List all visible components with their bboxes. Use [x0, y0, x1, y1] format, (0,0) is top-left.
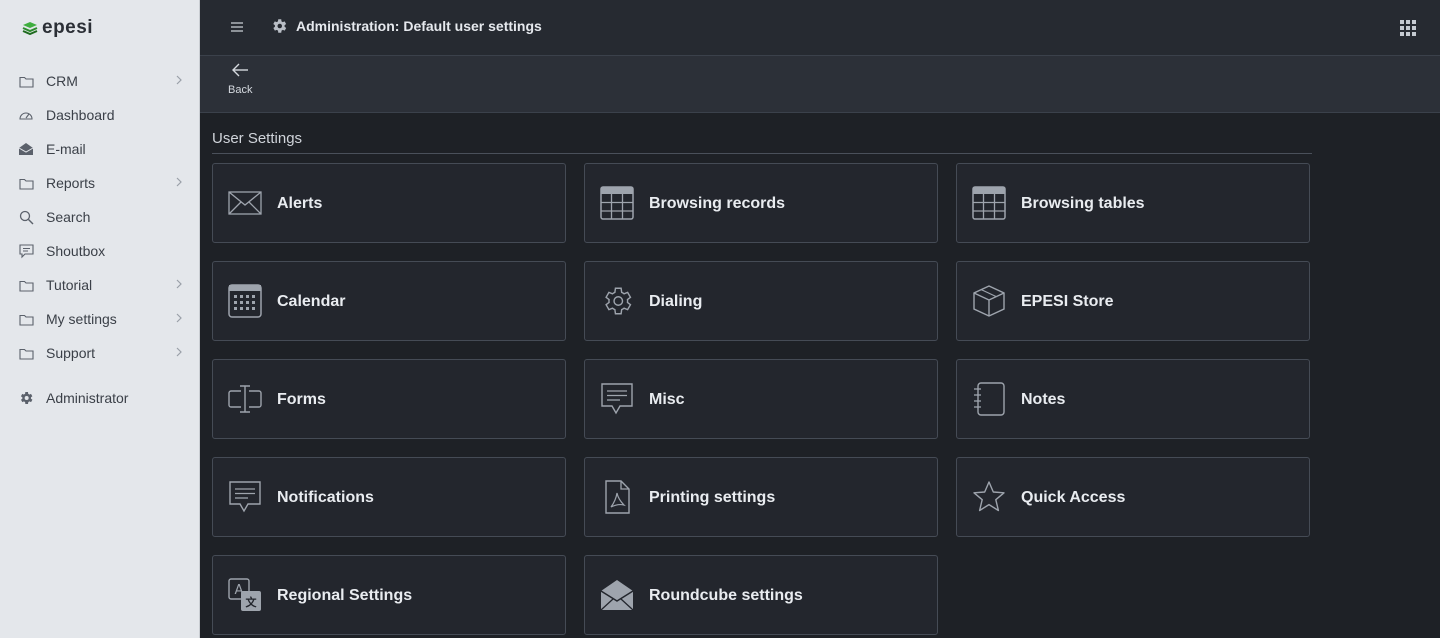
- sidebar-item-label: Search: [46, 209, 91, 225]
- notebook-icon: [972, 382, 1006, 416]
- tile-browsing-tables[interactable]: Browsing tables: [956, 163, 1310, 243]
- action-bar: Back: [200, 56, 1440, 113]
- tile-notifications[interactable]: Notifications: [212, 457, 566, 537]
- folder-icon: [18, 175, 34, 191]
- gear-icon: [18, 390, 34, 406]
- sidebar-item-label: Administrator: [46, 390, 129, 406]
- tile-calendar[interactable]: Calendar: [212, 261, 566, 341]
- table-grid-icon: [972, 186, 1006, 220]
- folder-icon: [18, 277, 34, 293]
- gear-icon: [273, 19, 287, 33]
- top-bar: Administration: Default user settings: [200, 0, 1440, 56]
- box-icon: [972, 284, 1006, 318]
- tile-label: Quick Access: [1021, 489, 1126, 506]
- sidebar-item-crm[interactable]: CRM: [0, 64, 199, 98]
- sidebar-item-label: Tutorial: [46, 277, 93, 293]
- tile-label: Roundcube settings: [649, 587, 803, 604]
- sidebar-item-label: E-mail: [46, 141, 86, 157]
- sidebar-item-label: Shoutbox: [46, 243, 106, 259]
- tile-dialing[interactable]: Dialing: [584, 261, 938, 341]
- tile-epesi-store[interactable]: EPESI Store: [956, 261, 1310, 341]
- arrow-left-icon: [232, 63, 248, 77]
- folder-icon: [18, 311, 34, 327]
- tile-label: Forms: [277, 391, 326, 408]
- star-icon: [972, 480, 1006, 514]
- chat-icon: [18, 243, 34, 259]
- tile-forms[interactable]: Forms: [212, 359, 566, 439]
- envelope-icon: [228, 186, 262, 220]
- brand-logo[interactable]: epesi: [22, 16, 93, 40]
- dashboard-icon: [18, 107, 34, 123]
- pdf-file-icon: [600, 480, 634, 514]
- calendar-icon: [228, 284, 262, 318]
- tile-label: EPESI Store: [1021, 293, 1114, 310]
- gear-icon: [600, 284, 634, 318]
- logo-icon: [22, 22, 38, 35]
- sidebar-item-label: Support: [46, 345, 96, 361]
- translate-icon: A文: [228, 578, 262, 612]
- sidebar-item-support[interactable]: Support: [0, 336, 199, 370]
- tile-browsing-records[interactable]: Browsing records: [584, 163, 938, 243]
- tile-quick-access[interactable]: Quick Access: [956, 457, 1310, 537]
- back-button[interactable]: Back: [228, 62, 252, 96]
- sidebar: epesi CRM Dashboard E-mail Reports Searc…: [0, 0, 200, 638]
- search-icon: [18, 209, 34, 225]
- section-divider: [212, 153, 1312, 154]
- chevron-right-icon: [176, 313, 182, 323]
- sidebar-item-my-settings[interactable]: My settings: [0, 302, 199, 336]
- apps-grid-icon: [1400, 20, 1416, 36]
- tile-label: Misc: [649, 391, 685, 408]
- tile-misc[interactable]: Misc: [584, 359, 938, 439]
- chevron-right-icon: [176, 177, 182, 187]
- folder-icon: [18, 73, 34, 89]
- sidebar-item-email[interactable]: E-mail: [0, 132, 199, 166]
- folder-icon: [18, 345, 34, 361]
- tile-notes[interactable]: Notes: [956, 359, 1310, 439]
- tile-label: Notifications: [277, 489, 374, 506]
- table-grid-icon: [600, 186, 634, 220]
- brand-name: epesi: [42, 17, 94, 38]
- svg-text:文: 文: [246, 595, 258, 609]
- mail-open-icon: [18, 141, 34, 157]
- sidebar-item-label: Reports: [46, 175, 96, 191]
- sidebar-item-search[interactable]: Search: [0, 200, 199, 234]
- message-icon: [600, 382, 634, 416]
- apps-menu-button[interactable]: [1400, 20, 1416, 36]
- sidebar-item-shoutbox[interactable]: Shoutbox: [0, 234, 199, 268]
- mail-open-icon: [600, 578, 634, 612]
- back-label: Back: [228, 84, 253, 96]
- text-cursor-icon: [228, 382, 262, 416]
- tile-label: Regional Settings: [277, 587, 413, 604]
- tile-alerts[interactable]: Alerts: [212, 163, 566, 243]
- tile-label: Notes: [1021, 391, 1066, 408]
- section-title: User Settings: [212, 130, 303, 147]
- sidebar-item-reports[interactable]: Reports: [0, 166, 199, 200]
- sidebar-item-label: My settings: [46, 311, 117, 327]
- sidebar-item-label: CRM: [46, 73, 78, 89]
- sidebar-item-label: Dashboard: [46, 107, 115, 123]
- tile-label: Browsing records: [649, 195, 786, 212]
- chevron-right-icon: [176, 279, 182, 289]
- chevron-right-icon: [176, 347, 182, 357]
- sidebar-item-dashboard[interactable]: Dashboard: [0, 98, 199, 132]
- tile-label: Alerts: [277, 195, 323, 212]
- chevron-right-icon: [176, 75, 182, 85]
- tile-label: Dialing: [649, 293, 703, 310]
- sidebar-item-tutorial[interactable]: Tutorial: [0, 268, 199, 302]
- menu-toggle-button[interactable]: [228, 19, 246, 35]
- tile-roundcube-settings[interactable]: Roundcube settings: [584, 555, 938, 635]
- hamburger-icon: [231, 22, 243, 32]
- sidebar-nav: CRM Dashboard E-mail Reports Search Shou…: [0, 64, 199, 415]
- tile-label: Printing settings: [649, 489, 776, 506]
- tile-regional-settings[interactable]: A文 Regional Settings: [212, 555, 566, 635]
- tile-printing-settings[interactable]: Printing settings: [584, 457, 938, 537]
- sidebar-item-administrator[interactable]: Administrator: [0, 381, 199, 415]
- page-header: Administration: Default user settings: [270, 17, 542, 35]
- tile-label: Browsing tables: [1021, 195, 1145, 212]
- message-icon: [228, 480, 262, 514]
- page-title: Administration: Default user settings: [296, 18, 542, 34]
- tile-label: Calendar: [277, 293, 346, 310]
